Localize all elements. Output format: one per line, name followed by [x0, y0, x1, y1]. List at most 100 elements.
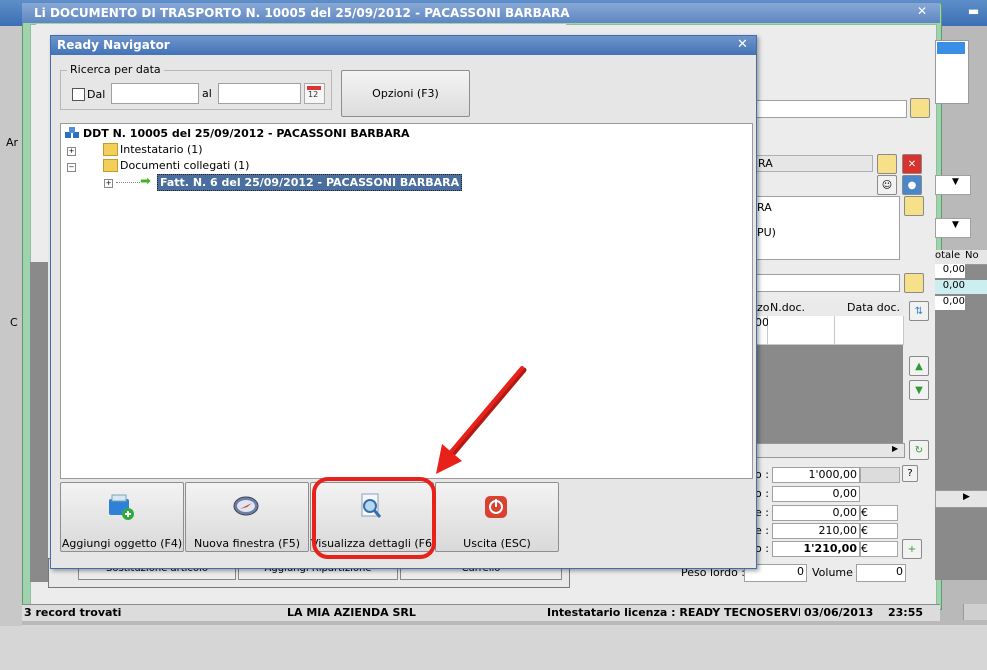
grid-header-datadoc: Data doc.	[847, 301, 901, 314]
delete-icon[interactable]: ✕	[902, 154, 922, 174]
folder-icon	[103, 143, 118, 156]
to-date-label: al	[202, 87, 212, 100]
partial-label-ar: Ar	[6, 136, 19, 149]
calendar-day: 12	[308, 90, 319, 99]
document-title-text: Li DOCUMENTO DI TRASPORTO N. 10005 del 2…	[34, 6, 570, 20]
total-field-2[interactable]: 0,00	[772, 486, 860, 502]
right-field-2[interactable]	[755, 274, 900, 292]
right-list-selection	[937, 42, 965, 54]
status-records: 3 record trovati	[24, 606, 122, 619]
new-window-button[interactable]: Nuova finestra (F5)	[185, 482, 309, 552]
status-date: 03/06/2013	[804, 606, 874, 619]
side-grid-cell[interactable]: 0,00	[935, 296, 965, 310]
minimize-button[interactable]: ▬	[960, 4, 987, 22]
grid-cell[interactable]	[768, 316, 835, 331]
side-grid-header: otale	[935, 250, 965, 265]
user-search-icon[interactable]: ☺	[877, 175, 897, 195]
total-label-2: o :	[755, 487, 769, 500]
expand-icon[interactable]: +	[67, 147, 76, 156]
folder-icon[interactable]	[904, 196, 924, 216]
help-button[interactable]: ?	[902, 465, 918, 482]
calendar-icon[interactable]: 12	[304, 83, 325, 104]
folder-icon[interactable]	[877, 154, 897, 174]
document-close-icon[interactable]: ✕	[917, 4, 927, 18]
total-label-4: e :	[755, 524, 769, 537]
highlight-box	[312, 477, 436, 559]
sort-arrows-icon[interactable]: ⇅	[909, 301, 929, 321]
currency-cell: €	[860, 541, 898, 557]
move-down-icon[interactable]: ▼	[909, 380, 929, 400]
side-grid-scrollbar[interactable]	[935, 490, 987, 508]
name-field: RA	[755, 155, 873, 172]
tree-root-label[interactable]: DDT N. 10005 del 25/09/2012 - PACASSONI …	[83, 127, 410, 140]
refresh-icon[interactable]: ↻	[909, 440, 929, 460]
grand-total-field[interactable]: 1'210,00	[772, 541, 860, 557]
grid-header-zo: zo	[757, 301, 770, 314]
grid-cell[interactable]	[835, 316, 904, 331]
navigator-titlebar: Ready Navigator	[51, 36, 756, 55]
grid-header-ndoc: N.doc.	[770, 301, 805, 314]
volume-field[interactable]: 0	[856, 564, 906, 582]
folder-icon	[103, 159, 118, 172]
side-grid-cell[interactable]: 0,00	[935, 280, 987, 294]
folder-icon[interactable]	[904, 273, 924, 293]
address-line-1: RA	[757, 201, 772, 214]
document-window-title: Li DOCUMENTO DI TRASPORTO N. 10005 del 2…	[22, 3, 940, 23]
tree-connector	[116, 182, 140, 183]
partial-label-c: C	[10, 316, 18, 329]
side-grid-cell[interactable]: 0,00	[935, 264, 965, 278]
total-extra-field	[860, 467, 900, 483]
total-label-1: o :	[755, 468, 769, 481]
calculator-icon[interactable]: +	[902, 539, 922, 559]
add-object-label: Aggiungi oggetto (F4)	[61, 537, 183, 550]
collapse-icon[interactable]: −	[67, 163, 76, 172]
arrow-right-icon: ➡	[140, 174, 151, 189]
tree-root-icon	[64, 127, 80, 144]
side-grid-header: No	[965, 250, 987, 265]
status-license: Intestatario licenza : READY TECNOSERVIC…	[547, 606, 800, 619]
globe-icon[interactable]: ●	[902, 175, 922, 195]
add-object-button[interactable]: Aggiungi oggetto (F4)	[60, 482, 184, 552]
scroll-right-icon[interactable]: ▶	[892, 444, 898, 453]
from-date-label: Dal	[87, 88, 106, 101]
status-time: 23:55	[888, 606, 924, 619]
chevron-down-icon: ▼	[952, 220, 959, 230]
tree-item-linked-docs[interactable]: Documenti collegati (1)	[120, 159, 249, 172]
options-button[interactable]: Opzioni (F3)	[341, 70, 470, 117]
tree-item-intestatario[interactable]: Intestatario (1)	[120, 143, 203, 156]
right-field-1[interactable]	[755, 100, 907, 118]
total-field-4[interactable]: 210,00	[772, 523, 860, 539]
arrow-shaft-shadow	[449, 367, 527, 458]
navigator-close-icon[interactable]: ✕	[737, 37, 748, 52]
move-up-icon[interactable]: ▲	[909, 356, 929, 376]
total-label-3: e :	[755, 506, 769, 519]
chevron-down-icon: ▼	[952, 177, 959, 187]
from-date-checkbox[interactable]	[72, 88, 85, 101]
currency-cell: €	[860, 505, 898, 521]
status-company: LA MIA AZIENDA SRL	[287, 606, 416, 619]
date-search-legend: Ricerca per data	[67, 63, 164, 76]
left-panel-grid	[30, 262, 48, 582]
total-field-1[interactable]: 1'000,00	[772, 467, 860, 483]
volume-label: Volume :	[812, 566, 861, 579]
to-date-field[interactable]	[218, 83, 301, 104]
status-bar: 3 record trovati LA MIA AZIENDA SRL Inte…	[22, 604, 940, 621]
from-date-field[interactable]	[111, 83, 199, 104]
compass-icon	[232, 493, 260, 521]
expand-icon[interactable]: +	[104, 179, 113, 188]
total-label-5: o :	[755, 542, 769, 555]
tree-item-invoice[interactable]: Fatt. N. 6 del 25/09/2012 - PACASSONI BA…	[157, 174, 463, 191]
address-field[interactable]	[755, 196, 900, 260]
status-grip	[963, 604, 987, 620]
grid-scrollbar[interactable]	[755, 443, 905, 458]
new-window-label: Nuova finestra (F5)	[193, 537, 301, 550]
folder-icon[interactable]	[910, 98, 930, 118]
arrow-shaft	[448, 366, 524, 455]
address-line-2: PU)	[757, 226, 776, 239]
grid-cell[interactable]	[835, 330, 904, 345]
grid-cell[interactable]	[768, 330, 835, 345]
navigator-title: Ready Navigator	[57, 38, 170, 52]
total-field-3[interactable]: 0,00	[772, 505, 860, 521]
scroll-right-icon[interactable]: ▶	[963, 492, 970, 502]
add-object-icon	[107, 493, 135, 521]
